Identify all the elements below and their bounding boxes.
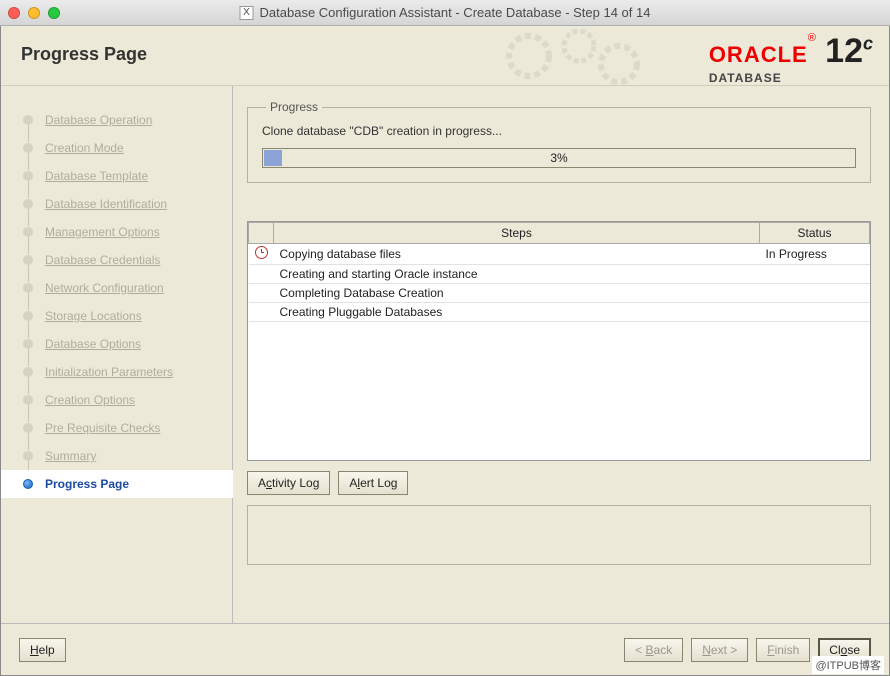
step-label: Storage Locations <box>45 309 142 323</box>
step-bullet-icon <box>23 115 33 125</box>
back-button: < Back <box>624 638 683 662</box>
titlebar: X Database Configuration Assistant - Cre… <box>0 0 890 26</box>
close-window-icon[interactable] <box>8 7 20 19</box>
wizard-step-0: Database Operation <box>23 106 232 134</box>
step-bullet-icon <box>23 283 33 293</box>
step-label: Progress Page <box>45 477 129 491</box>
gears-decoration-icon <box>489 26 669 86</box>
minimize-window-icon[interactable] <box>28 7 40 19</box>
step-label: Network Configuration <box>45 281 164 295</box>
col-status-header[interactable]: Status <box>760 223 870 244</box>
progress-group: Progress Clone database "CDB" creation i… <box>247 100 871 183</box>
window-title: Database Configuration Assistant - Creat… <box>260 5 651 20</box>
message-area <box>247 505 871 565</box>
wizard-step-5: Database Credentials <box>23 246 232 274</box>
wizard-step-12: Summary <box>23 442 232 470</box>
step-name: Creating Pluggable Databases <box>274 303 760 322</box>
footer: Help < Back Next > Finish Close <box>1 623 889 675</box>
page-title: Progress Page <box>21 44 147 65</box>
step-bullet-icon <box>23 311 33 321</box>
step-label: Management Options <box>45 225 160 239</box>
next-button: Next > <box>691 638 748 662</box>
step-bullet-icon <box>23 395 33 405</box>
app-icon: X <box>240 6 254 20</box>
step-label: Creation Mode <box>45 141 124 155</box>
steps-table: Steps Status Copying database filesIn Pr… <box>247 221 871 461</box>
wizard-step-3: Database Identification <box>23 190 232 218</box>
step-bullet-icon <box>23 227 33 237</box>
step-bullet-icon <box>23 451 33 461</box>
wizard-step-2: Database Template <box>23 162 232 190</box>
header: Progress Page ORACLE® 12c DATABASE <box>1 26 889 86</box>
step-name: Copying database files <box>274 244 760 265</box>
step-bullet-icon <box>23 479 33 489</box>
step-status <box>760 303 870 322</box>
wizard-step-9: Initialization Parameters <box>23 358 232 386</box>
table-row[interactable]: Creating Pluggable Databases <box>249 303 870 322</box>
step-label: Pre Requisite Checks <box>45 421 160 435</box>
watermark: @ITPUB博客 <box>812 656 884 674</box>
col-steps-header[interactable]: Steps <box>274 223 760 244</box>
wizard-step-1: Creation Mode <box>23 134 232 162</box>
step-label: Database Options <box>45 337 141 351</box>
finish-button: Finish <box>756 638 810 662</box>
step-bullet-icon <box>23 171 33 181</box>
step-label: Database Template <box>45 169 148 183</box>
help-button[interactable]: Help <box>19 638 66 662</box>
table-row[interactable]: Creating and starting Oracle instance <box>249 265 870 284</box>
step-bullet-icon <box>23 255 33 265</box>
step-bullet-icon <box>23 199 33 209</box>
wizard-step-8: Database Options <box>23 330 232 358</box>
progress-percent: 3% <box>263 151 855 165</box>
step-label: Creation Options <box>45 393 135 407</box>
step-label: Summary <box>45 449 96 463</box>
step-status <box>760 265 870 284</box>
zoom-window-icon[interactable] <box>48 7 60 19</box>
brand-sub: DATABASE <box>709 71 873 85</box>
step-label: Database Operation <box>45 113 152 127</box>
step-label: Initialization Parameters <box>45 365 173 379</box>
oracle-logo: ORACLE® 12c DATABASE <box>709 32 873 85</box>
alert-log-button[interactable]: Alert Log <box>338 471 408 495</box>
step-label: Database Identification <box>45 197 167 211</box>
step-name: Creating and starting Oracle instance <box>274 265 760 284</box>
step-name: Completing Database Creation <box>274 284 760 303</box>
table-row[interactable]: Completing Database Creation <box>249 284 870 303</box>
activity-log-button[interactable]: Activity Log <box>247 471 330 495</box>
wizard-step-10: Creation Options <box>23 386 232 414</box>
step-bullet-icon <box>23 143 33 153</box>
wizard-step-13: Progress Page <box>1 470 233 498</box>
step-bullet-icon <box>23 367 33 377</box>
step-status <box>760 284 870 303</box>
clock-icon <box>255 246 268 259</box>
wizard-sidebar: Database Operation Creation Mode Database … <box>1 86 233 623</box>
col-icon-header <box>249 223 274 244</box>
step-status: In Progress <box>760 244 870 265</box>
wizard-step-11: Pre Requisite Checks <box>23 414 232 442</box>
step-bullet-icon <box>23 339 33 349</box>
progress-legend: Progress <box>266 100 322 114</box>
brand-name: ORACLE <box>709 42 808 67</box>
table-row[interactable]: Copying database filesIn Progress <box>249 244 870 265</box>
wizard-step-6: Network Configuration <box>23 274 232 302</box>
progress-bar: 3% <box>262 148 856 168</box>
progress-message: Clone database "CDB" creation in progres… <box>262 124 856 138</box>
wizard-step-4: Management Options <box>23 218 232 246</box>
step-label: Database Credentials <box>45 253 160 267</box>
step-bullet-icon <box>23 423 33 433</box>
wizard-step-7: Storage Locations <box>23 302 232 330</box>
